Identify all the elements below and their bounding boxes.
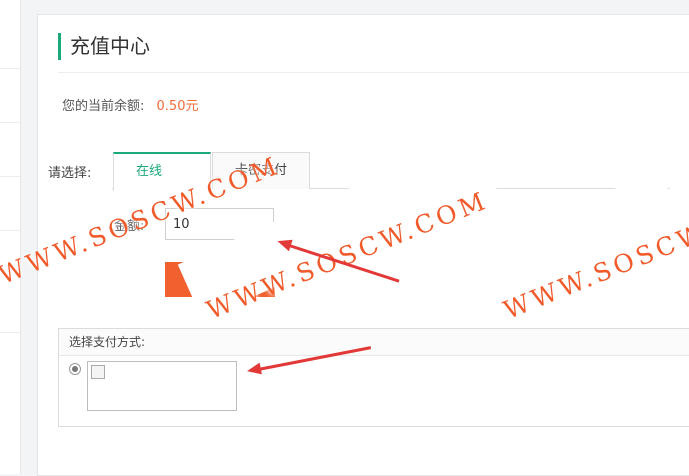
tabs-label: 请选择: — [48, 166, 92, 181]
payment-radio[interactable] — [69, 363, 81, 375]
sidebar-divider — [0, 176, 20, 177]
title-divider — [58, 72, 689, 73]
left-sidebar — [0, 0, 21, 474]
sidebar-divider — [0, 122, 20, 123]
balance-label: 您的当前余额: — [62, 99, 145, 114]
balance-row: 您的当前余额: 0.50元 — [62, 97, 198, 117]
balance-value: 0.50元 — [156, 99, 199, 114]
sidebar-divider — [0, 68, 20, 69]
broken-image-icon — [91, 365, 105, 379]
sidebar-divider — [0, 230, 20, 231]
sidebar-divider — [0, 332, 20, 333]
page-title: 充值中心 — [58, 33, 150, 60]
payment-method-image[interactable] — [87, 361, 237, 411]
payment-method-box: 选择支付方式: — [58, 328, 689, 427]
payment-method-label: 选择支付方式: — [59, 329, 689, 356]
